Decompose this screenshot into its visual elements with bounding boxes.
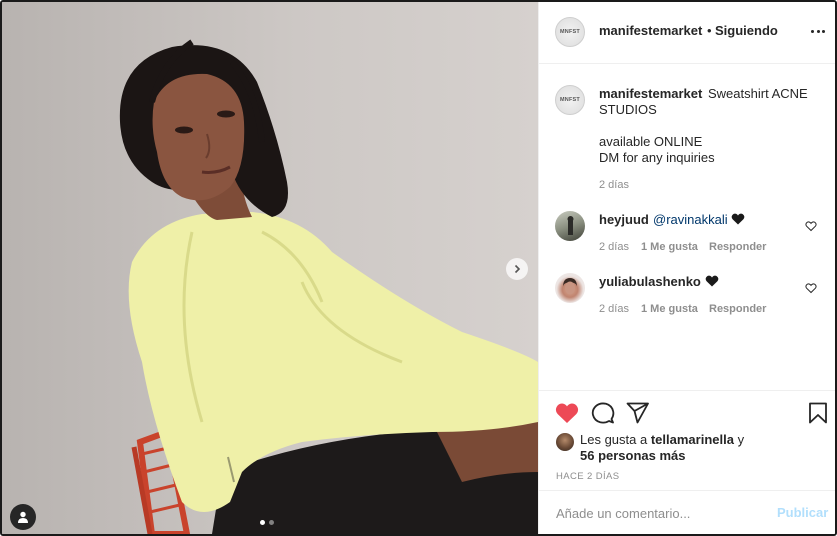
heart-icon[interactable]	[555, 402, 579, 424]
like-comment-heart-icon[interactable]	[805, 282, 817, 294]
caption-line-2: STUDIOS	[599, 102, 657, 117]
avatar-photo	[563, 278, 577, 295]
more-icon	[811, 29, 825, 33]
caption-time[interactable]: 2 días	[599, 179, 629, 191]
publish-button[interactable]: Publicar	[777, 505, 828, 520]
post-actions: Les gusta a tellamarinella y 56 personas…	[539, 390, 835, 490]
liker-username[interactable]: tellamarinella	[651, 432, 734, 447]
header-username[interactable]: manifestemarket	[599, 23, 702, 38]
comment-likes[interactable]: 1 Me gusta	[641, 303, 698, 315]
likes-summary: Les gusta a tellamarinella y	[580, 432, 744, 447]
caption-username[interactable]: manifestemarket	[599, 86, 702, 101]
comment-avatar[interactable]	[555, 211, 585, 241]
more-options-button[interactable]	[811, 24, 829, 38]
comment-time[interactable]: 2 días	[599, 241, 629, 253]
black-heart-emoji-icon	[731, 213, 745, 225]
bookmark-icon[interactable]	[807, 402, 829, 424]
likes-connector: y	[737, 432, 745, 447]
caption-line-1: Sweatshirt ACNE	[708, 86, 808, 101]
like-comment-heart-icon[interactable]	[805, 220, 817, 232]
add-comment-bar: Publicar	[539, 490, 835, 534]
comment-avatar[interactable]	[555, 273, 585, 303]
liker-avatar[interactable]	[556, 433, 574, 451]
following-button[interactable]: Siguiendo	[715, 23, 778, 38]
carousel-indicator	[260, 520, 274, 525]
post-photo	[2, 2, 538, 534]
likes-prefix: Les gusta a	[580, 432, 648, 447]
person-tag-icon	[18, 511, 28, 523]
comment-mention[interactable]: @ravinakkali	[653, 212, 728, 227]
avatar-photo	[567, 216, 574, 235]
carousel-dot-active	[260, 520, 265, 525]
comment-time[interactable]: 2 días	[599, 303, 629, 315]
photo-scene	[119, 39, 538, 534]
black-heart-emoji-icon	[705, 275, 719, 287]
avatar[interactable]: MNFST	[555, 17, 585, 47]
comment-username[interactable]: yuliabulashenko	[599, 274, 701, 289]
post-header: MNFST manifestemarket • Siguiendo	[539, 2, 835, 64]
avatar-logo-text: MNFST	[560, 97, 580, 103]
comment-input[interactable]	[556, 504, 766, 522]
comment-likes[interactable]: 1 Me gusta	[641, 241, 698, 253]
avatar-logo-text: MNFST	[560, 29, 580, 35]
comment-username[interactable]: heyjuud	[599, 212, 649, 227]
next-photo-button[interactable]	[506, 258, 528, 280]
header-separator: •	[707, 23, 712, 38]
caption-line-4: DM for any inquiries	[599, 150, 715, 165]
carousel-dot	[269, 520, 274, 525]
tagged-people-button[interactable]	[10, 504, 36, 530]
caption-line-3: available ONLINE	[599, 134, 703, 149]
post-sidebar: MNFST manifestemarket • Siguiendo MNFST …	[538, 2, 835, 534]
share-icon[interactable]	[626, 402, 650, 424]
post-modal: MNFST manifestemarket • Siguiendo MNFST …	[0, 0, 837, 536]
reply-button[interactable]: Responder	[709, 241, 766, 253]
caption-avatar[interactable]: MNFST	[555, 85, 585, 115]
chevron-right-icon	[514, 264, 521, 274]
reply-button[interactable]: Responder	[709, 303, 766, 315]
likes-count[interactable]: 56 personas más	[580, 448, 686, 463]
comment-icon[interactable]	[591, 402, 615, 424]
post-timestamp[interactable]: HACE 2 DÍAS	[556, 471, 620, 482]
